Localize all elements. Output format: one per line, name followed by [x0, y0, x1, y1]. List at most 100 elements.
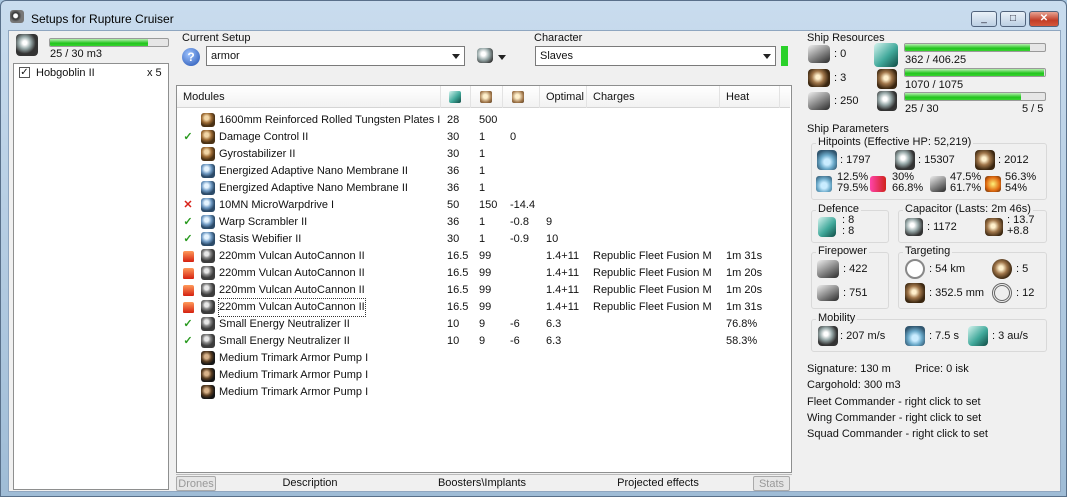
module-name: 220mm Vulcan AutoCannon II [218, 298, 366, 317]
col-powergrid[interactable] [471, 86, 503, 108]
module-cap: -0.8 [510, 216, 529, 228]
close-button[interactable]: ✕ [1029, 11, 1059, 27]
squad-commander[interactable]: Squad Commander - right click to set [807, 428, 988, 440]
targeting-range-icon [905, 259, 925, 279]
price-text: Price: 0 isk [915, 363, 969, 375]
tab-stats[interactable]: Stats [753, 476, 790, 491]
col-modules[interactable]: Modules [177, 86, 441, 108]
module-icon [201, 198, 215, 212]
module-row[interactable]: Energized Adaptive Nano Membrane II 36 1 [177, 163, 790, 180]
module-overheat-icon[interactable] [183, 285, 194, 296]
module-pg: 99 [479, 250, 492, 262]
module-row[interactable]: ✓ Small Energy Neutralizer II 10 9 -6 6.3 58.3… [177, 333, 790, 350]
bottom-tab-bar: Drones Description Boosters\Implants Pro… [176, 474, 792, 491]
module-cap: 0 [510, 131, 517, 143]
module-row[interactable]: ✓ Warp Scrambler II 36 1 -0.8 9 [177, 214, 790, 231]
module-cap: -6 [510, 335, 520, 347]
module-cpu: 10 [447, 335, 460, 347]
drone-list[interactable]: ✓ Hobgoblin II x 5 [13, 63, 169, 490]
module-icon [201, 181, 215, 195]
module-online-icon[interactable]: ✓ [183, 234, 193, 245]
module-row[interactable]: ✓ Stasis Webifier II 30 1 -0.9 10 [177, 231, 790, 248]
module-row[interactable]: 220mm Vulcan AutoCannon II 16.5 99 1.4+11 Re… [177, 298, 790, 317]
module-row[interactable]: 220mm Vulcan AutoCannon II 16.5 99 1.4+11 Re… [177, 248, 790, 265]
maximize-button[interactable]: □ [1000, 11, 1026, 27]
modules-table[interactable]: Modules Optimal Charges Heat 1600mm Rein… [176, 85, 792, 473]
capacitor-group: Capacitor (Lasts: 2m 46s) : 1172 : 13.7 +… [898, 203, 1047, 243]
drone-checkbox[interactable]: ✓ [19, 67, 30, 78]
fitting-tools-icon[interactable] [477, 48, 495, 64]
col-heat[interactable]: Heat [720, 86, 780, 108]
module-optimal: 1.4+11 [546, 301, 580, 313]
current-setup-label: Current Setup [182, 32, 251, 44]
module-cpu: 50 [447, 199, 460, 211]
module-offline-icon[interactable]: ✕ [183, 200, 193, 211]
module-cpu: 16.5 [447, 267, 469, 279]
chevron-down-icon[interactable] [498, 55, 506, 60]
minimize-button[interactable]: _ [971, 11, 997, 27]
module-row[interactable]: 220mm Vulcan AutoCannon II 16.5 99 1.4+11 Re… [177, 265, 790, 282]
module-name: Small Energy Neutralizer II [219, 318, 350, 330]
module-row[interactable]: Gyrostabilizer II 30 1 [177, 146, 790, 163]
drone-bay-icon [808, 92, 830, 110]
module-cpu: 30 [447, 233, 460, 245]
module-row[interactable]: ✕ 10MN MicroWarpdrive I 50 150 -14.4 [177, 197, 790, 214]
firepower-title: Firepower [816, 245, 869, 257]
module-row[interactable]: ✓ Small Energy Neutralizer II 10 9 -6 6.3 76.8… [177, 316, 790, 333]
signature-text: Signature: 130 m [807, 363, 891, 375]
col-optimal[interactable]: Optimal [540, 86, 587, 108]
module-online-icon[interactable]: ✓ [183, 217, 193, 228]
module-row[interactable]: 220mm Vulcan AutoCannon II 16.5 99 1.4+11 Re… [177, 282, 790, 299]
tab-description[interactable]: Description [220, 476, 400, 491]
module-name: Damage Control II [219, 131, 309, 143]
turret-hardpoints: : 0 [834, 48, 847, 60]
defence-group: Defence : 8: 8 [811, 203, 889, 243]
col-charges[interactable]: Charges [587, 86, 720, 108]
module-optimal: 6.3 [546, 335, 562, 347]
module-cpu: 30 [447, 148, 460, 160]
module-overheat-icon[interactable] [183, 251, 194, 262]
col-cpu[interactable] [441, 86, 471, 108]
powergrid-bar [904, 68, 1046, 77]
defence-b: : 8 [842, 225, 855, 237]
wing-commander[interactable]: Wing Commander - right click to set [807, 412, 981, 424]
drone-bandwidth-bar [49, 38, 169, 47]
tab-drones[interactable]: Drones [176, 476, 216, 491]
module-online-icon[interactable]: ✓ [183, 336, 193, 347]
defence-title: Defence [816, 203, 861, 215]
align-time-icon [905, 326, 925, 346]
module-row[interactable]: Medium Trimark Armor Pump I [177, 367, 790, 384]
character-select[interactable]: Slaves [535, 46, 776, 66]
module-online-icon[interactable]: ✓ [183, 132, 193, 143]
module-row[interactable]: Medium Trimark Armor Pump I [177, 350, 790, 367]
module-cpu: 16.5 [447, 284, 469, 296]
module-row[interactable]: 1600mm Reinforced Rolled Tungsten Plates… [177, 112, 790, 129]
cpu-icon [449, 91, 461, 103]
velocity-icon [818, 326, 838, 346]
col-capacitor[interactable] [503, 86, 540, 108]
module-row[interactable]: Energized Adaptive Nano Membrane II 36 1 [177, 180, 790, 197]
module-overheat-icon[interactable] [183, 302, 194, 313]
tab-projected-effects[interactable]: Projected effects [564, 476, 752, 491]
armor-hp: : 15307 [918, 154, 955, 166]
thermal-resist-bottom: 66.8% [892, 182, 924, 194]
module-row[interactable]: ✓ Damage Control II 30 1 0 [177, 129, 790, 146]
help-icon[interactable]: ? [182, 48, 200, 66]
module-heat: 1m 31s [726, 301, 763, 313]
module-optimal: 10 [546, 233, 559, 245]
module-row[interactable]: Medium Trimark Armor Pump I [177, 384, 790, 401]
module-name: Energized Adaptive Nano Membrane II [219, 165, 408, 177]
module-overheat-icon[interactable] [183, 268, 194, 279]
tab-boosters-implants[interactable]: Boosters\Implants [400, 476, 564, 491]
character-select-value: Slaves [540, 50, 574, 62]
module-name: 1600mm Reinforced Rolled Tungsten Plates… [219, 114, 441, 126]
module-cap: -14.4 [510, 199, 536, 211]
module-cpu: 30 [447, 131, 460, 143]
setup-select[interactable]: armor [206, 46, 465, 66]
module-icon [201, 368, 215, 382]
fleet-commander[interactable]: Fleet Commander - right click to set [807, 396, 981, 408]
module-cpu: 16.5 [447, 250, 469, 262]
module-pg: 1 [479, 165, 486, 177]
module-pg: 150 [479, 199, 498, 211]
module-online-icon[interactable]: ✓ [183, 319, 193, 330]
